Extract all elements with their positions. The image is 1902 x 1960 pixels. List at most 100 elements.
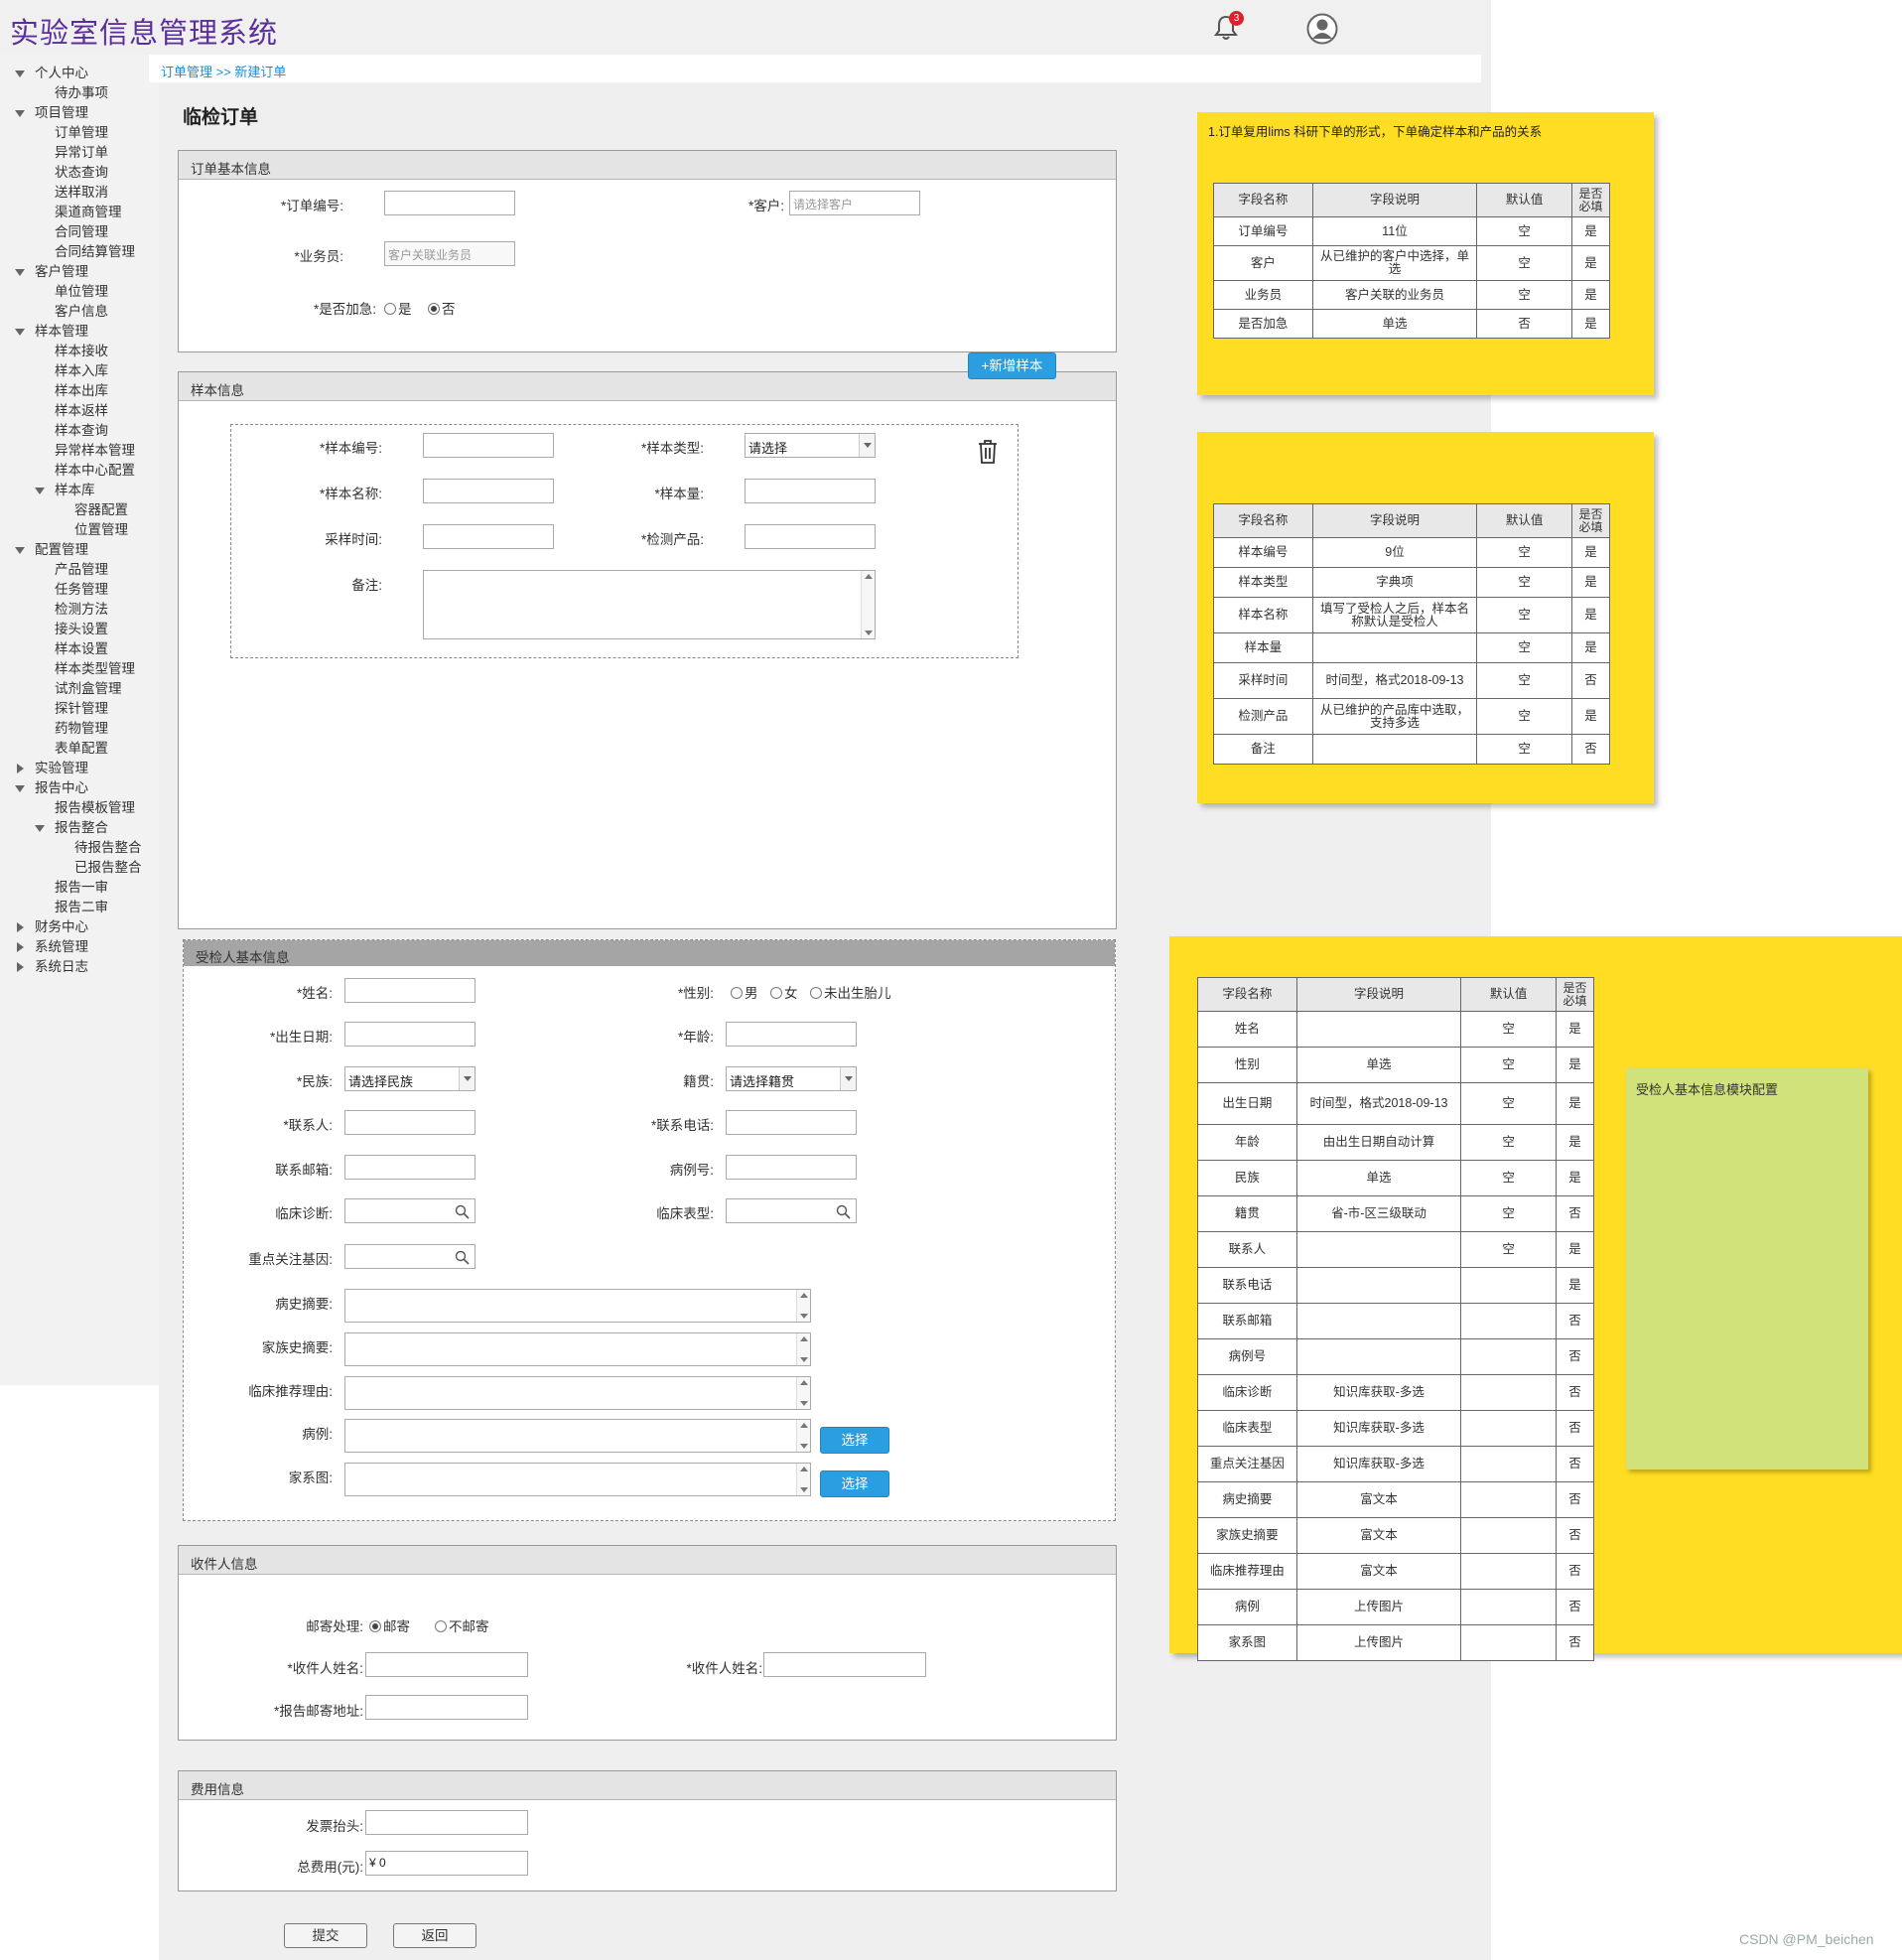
triangle-down-icon[interactable] xyxy=(15,110,25,117)
name-input[interactable] xyxy=(344,978,476,1003)
triangle-down-icon[interactable] xyxy=(35,825,45,832)
sidebar-item[interactable]: 试剂盒管理 xyxy=(55,680,122,698)
sidebar-item[interactable]: 容器配置 xyxy=(74,501,128,519)
triangle-down-icon[interactable] xyxy=(15,547,25,554)
sidebar-item[interactable]: 报告一审 xyxy=(55,879,108,897)
sidebar-item[interactable]: 报告二审 xyxy=(55,899,108,916)
order-no-input[interactable] xyxy=(384,191,515,215)
sidebar-item[interactable]: 探针管理 xyxy=(55,700,108,718)
phenotype-input[interactable] xyxy=(726,1198,857,1223)
sidebar-item[interactable]: 已报告整合 xyxy=(74,859,142,877)
remark-textarea[interactable] xyxy=(423,570,876,639)
triangle-down-icon[interactable] xyxy=(15,269,25,276)
triangle-down-icon[interactable] xyxy=(35,488,45,494)
sidebar-item[interactable]: 合同结算管理 xyxy=(55,243,135,261)
case-no-input[interactable] xyxy=(726,1155,857,1180)
phone-input[interactable] xyxy=(726,1110,857,1135)
trash-icon[interactable] xyxy=(976,439,1000,465)
triangle-right-icon[interactable] xyxy=(17,962,24,972)
mail-no-radio[interactable]: 不邮寄 xyxy=(435,1615,489,1635)
submit-button[interactable]: 提交 xyxy=(284,1923,367,1948)
sidebar-item[interactable]: 样本管理 xyxy=(35,323,88,341)
sidebar-item[interactable]: 渠道商管理 xyxy=(55,204,122,221)
gender-male-radio[interactable]: 男 xyxy=(731,982,758,1002)
family-history-textarea[interactable] xyxy=(344,1332,811,1366)
sidebar-item[interactable]: 药物管理 xyxy=(55,720,108,738)
sidebar-item[interactable]: 系统管理 xyxy=(35,938,88,956)
add-sample-button[interactable]: +新增样本 xyxy=(968,352,1056,379)
email-input[interactable] xyxy=(344,1155,476,1180)
gene-input[interactable] xyxy=(344,1244,476,1269)
case-choose-button[interactable]: 选择 xyxy=(820,1427,889,1454)
mail-yes-radio[interactable]: 邮寄 xyxy=(369,1615,410,1635)
triangle-down-icon[interactable] xyxy=(15,329,25,336)
triangle-right-icon[interactable] xyxy=(17,764,24,773)
gender-female-radio[interactable]: 女 xyxy=(770,982,798,1002)
case-textarea[interactable] xyxy=(344,1419,811,1453)
search-icon[interactable] xyxy=(836,1204,851,1219)
sidebar-item[interactable]: 样本入库 xyxy=(55,362,108,380)
sample-amount-input[interactable] xyxy=(745,479,876,503)
sidebar-item[interactable]: 异常样本管理 xyxy=(55,442,135,460)
sample-no-input[interactable] xyxy=(423,433,554,458)
search-icon[interactable] xyxy=(455,1204,470,1219)
sidebar-item[interactable]: 合同管理 xyxy=(55,223,108,241)
sidebar-item[interactable]: 报告模板管理 xyxy=(55,799,135,817)
sidebar-item[interactable]: 待报告整合 xyxy=(74,839,142,857)
sampling-time-input[interactable] xyxy=(423,524,554,549)
customer-select[interactable]: 请选择客户 xyxy=(789,191,920,215)
back-button[interactable]: 返回 xyxy=(393,1923,476,1948)
history-textarea[interactable] xyxy=(344,1289,811,1323)
total-fee-input[interactable]: ¥ 0 xyxy=(365,1851,528,1876)
triangle-down-icon[interactable] xyxy=(15,785,25,792)
sidebar-item[interactable]: 样本查询 xyxy=(55,422,108,440)
sidebar-item[interactable]: 个人中心 xyxy=(35,65,88,82)
sidebar-item[interactable]: 接头设置 xyxy=(55,621,108,638)
sidebar-item[interactable]: 表单配置 xyxy=(55,740,108,758)
sidebar-item[interactable]: 样本返样 xyxy=(55,402,108,420)
sidebar-item[interactable]: 检测方法 xyxy=(55,601,108,619)
urgent-yes-radio[interactable]: 是 xyxy=(384,298,412,318)
test-product-input[interactable] xyxy=(745,524,876,549)
sidebar-item[interactable]: 报告整合 xyxy=(55,819,108,837)
age-input[interactable] xyxy=(726,1022,857,1047)
sidebar-item[interactable]: 待办事项 xyxy=(55,84,108,102)
native-select[interactable]: 请选择籍贯 xyxy=(726,1066,857,1091)
triangle-down-icon[interactable] xyxy=(15,70,25,77)
sidebar-item[interactable]: 报告中心 xyxy=(35,779,88,797)
address-input[interactable] xyxy=(365,1695,528,1720)
sidebar-item[interactable]: 样本设置 xyxy=(55,640,108,658)
search-icon[interactable] xyxy=(455,1250,470,1265)
diagnosis-input[interactable] xyxy=(344,1198,476,1223)
sidebar-item[interactable]: 样本库 xyxy=(55,482,95,499)
sidebar-item[interactable]: 客户管理 xyxy=(35,263,88,281)
invoice-input[interactable] xyxy=(365,1810,528,1835)
sidebar-item[interactable]: 订单管理 xyxy=(55,124,108,142)
sidebar-item[interactable]: 送样取消 xyxy=(55,184,108,202)
contact-input[interactable] xyxy=(344,1110,476,1135)
sidebar-item[interactable]: 样本出库 xyxy=(55,382,108,400)
urgent-no-radio[interactable]: 否 xyxy=(428,298,456,318)
gender-unborn-radio[interactable]: 未出生胎儿 xyxy=(810,982,891,1002)
sidebar-item[interactable]: 异常订单 xyxy=(55,144,108,162)
sidebar-item[interactable]: 状态查询 xyxy=(55,164,108,182)
pedigree-choose-button[interactable]: 选择 xyxy=(820,1470,889,1497)
recipient-name-input[interactable] xyxy=(365,1652,528,1677)
sidebar-item[interactable]: 实验管理 xyxy=(35,760,88,777)
birth-input[interactable] xyxy=(344,1022,476,1047)
reason-textarea[interactable] xyxy=(344,1376,811,1410)
triangle-right-icon[interactable] xyxy=(17,942,24,952)
pedigree-textarea[interactable] xyxy=(344,1463,811,1496)
sample-name-input[interactable] xyxy=(423,479,554,503)
sidebar-item[interactable]: 样本接收 xyxy=(55,343,108,360)
sidebar-item[interactable]: 产品管理 xyxy=(55,561,108,579)
sidebar-item[interactable]: 样本类型管理 xyxy=(55,660,135,678)
sidebar-item[interactable]: 财务中心 xyxy=(35,918,88,936)
sidebar-item[interactable]: 位置管理 xyxy=(74,521,128,539)
sidebar-item[interactable]: 项目管理 xyxy=(35,104,88,122)
sidebar-item[interactable]: 样本中心配置 xyxy=(55,462,135,480)
ethnicity-select[interactable]: 请选择民族 xyxy=(344,1066,476,1091)
sidebar-item[interactable]: 客户信息 xyxy=(55,303,108,321)
sidebar-item[interactable]: 系统日志 xyxy=(35,958,88,976)
recipient-name-input-2[interactable] xyxy=(763,1652,926,1677)
